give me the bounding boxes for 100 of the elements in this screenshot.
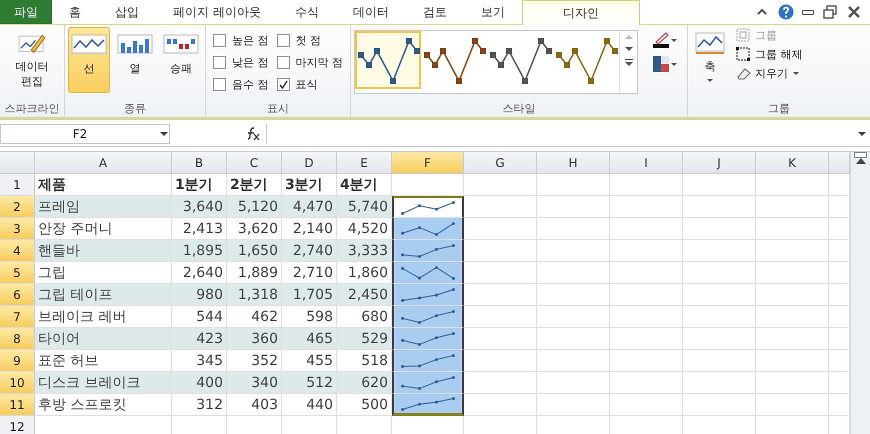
table-cell: 1,318 [227,284,282,306]
table-cell: 340 [227,372,282,394]
scroll-up-icon [624,35,632,39]
column-header[interactable]: J [683,152,756,174]
ribbon-tab[interactable]: 홈 [52,0,98,24]
table-cell: 423 [172,328,227,350]
clear-button[interactable]: 지우기 [735,65,802,81]
table-cell: 디스크 브레이크 [35,372,172,394]
checkbox[interactable]: 음수 점 [213,73,268,95]
table-cell: 1,705 [282,284,337,306]
table-cell: 2,450 [337,284,392,306]
checkmark-icon [278,80,288,88]
sparkline-cell [392,218,464,240]
table-cell: 620 [337,372,392,394]
row-header[interactable]: 12 [0,416,35,434]
column-header[interactable]: B [172,152,227,174]
row-header[interactable]: 10 [0,372,35,394]
sparkline-type-button[interactable]: 선 [68,27,110,93]
help-icon [778,4,794,20]
row-header[interactable]: 5 [0,262,35,284]
marker-color-icon [652,55,678,73]
row-header[interactable]: 3 [0,218,35,240]
sparkline-type-button[interactable]: 열 [114,27,156,93]
group-icon [735,27,751,43]
row-header[interactable]: 8 [0,328,35,350]
axis-button[interactable]: 축 [691,27,729,97]
table-cell: 후방 스프로킷 [35,394,172,416]
row-header[interactable]: 6 [0,284,35,306]
table-cell: 403 [227,394,282,416]
ungroup-button[interactable]: 그룹 해제 [735,46,802,62]
row-header[interactable]: 7 [0,306,35,328]
table-cell: 980 [172,284,227,306]
table-cell: 465 [282,328,337,350]
column-header[interactable]: E [337,152,392,174]
ribbon-tab[interactable]: 디자인 [522,0,640,25]
group-label: 스파크라인 [4,101,60,117]
dropdown-caret-icon [159,131,169,137]
column-header[interactable]: C [227,152,282,174]
column-header[interactable]: K [756,152,829,174]
ribbon-tab[interactable]: 삽입 [98,0,156,24]
column-header[interactable]: G [464,152,537,174]
row-header[interactable]: 2 [0,196,35,218]
ribbon-tab[interactable]: 보기 [464,0,522,24]
checkbox[interactable]: 높은 점 [213,29,268,51]
checkbox[interactable]: 낮은 점 [213,51,268,73]
sparkline-cell [392,306,464,328]
row-header[interactable]: 4 [0,240,35,262]
vertical-scrollbar[interactable] [850,152,870,434]
axis-chart-icon [694,31,726,55]
sparkline-cell [392,262,464,284]
table-cell: 5,740 [337,196,392,218]
group-label: 종류 [123,101,147,117]
sparkline-color-icon [652,31,678,49]
table-cell: 1,650 [227,240,282,262]
table-cell: 312 [172,394,227,416]
ungroup-icon [735,46,751,62]
group-label: 스타일 [502,101,536,117]
row-header[interactable]: 1 [0,174,35,196]
restore-icon [822,4,838,20]
table-cell: 핸들바 [35,240,172,262]
table-cell: 440 [282,394,337,416]
ribbon-tab[interactable]: 수식 [278,0,336,24]
sparkline-cell [392,372,464,394]
edit-data-button[interactable]: 데이터 편집 [3,27,61,93]
column-header[interactable]: A [35,152,172,174]
sparkline-cell [392,284,464,306]
ribbon-tab[interactable]: 검토 [406,0,464,24]
sparkline-cell [392,328,464,350]
column-header[interactable]: D [282,152,337,174]
caret-icon [706,78,714,83]
row-header[interactable]: 11 [0,394,35,416]
column-header[interactable]: I [610,152,683,174]
sparkline-cell [392,350,464,372]
ribbon-tab[interactable]: 페이지 레이아웃 [156,0,278,24]
close-icon [846,4,862,20]
scroll-down-icon [624,47,632,51]
column-header[interactable]: H [537,152,610,174]
table-cell: 그립 테이프 [35,284,172,306]
checkbox[interactable]: 마지막 점 [276,51,343,73]
table-cell: 프레임 [35,196,172,218]
row-header[interactable]: 9 [0,350,35,372]
table-cell: 400 [172,372,227,394]
table-cell: 2,740 [282,240,337,262]
name-box[interactable]: F2 [0,124,170,144]
checkbox[interactable]: 첫 점 [276,29,343,51]
table-cell: 3,640 [172,196,227,218]
table-cell: 1,895 [172,240,227,262]
table-cell: 360 [227,328,282,350]
table-cell: 타이어 [35,328,172,350]
sparkline-type-button[interactable]: 승패 [160,27,202,93]
table-cell: 512 [282,372,337,394]
ribbon-tab[interactable]: 파일 [0,0,52,24]
sparkline-style[interactable] [355,31,421,89]
table-cell [392,174,464,196]
checkbox[interactable]: 표식 [276,73,343,95]
group-label: 표시 [266,101,290,117]
ribbon-tab[interactable]: 데이터 [336,0,406,24]
column-header[interactable]: F [392,152,464,174]
caret-icon [792,70,800,76]
sparkline-cell [392,240,464,262]
